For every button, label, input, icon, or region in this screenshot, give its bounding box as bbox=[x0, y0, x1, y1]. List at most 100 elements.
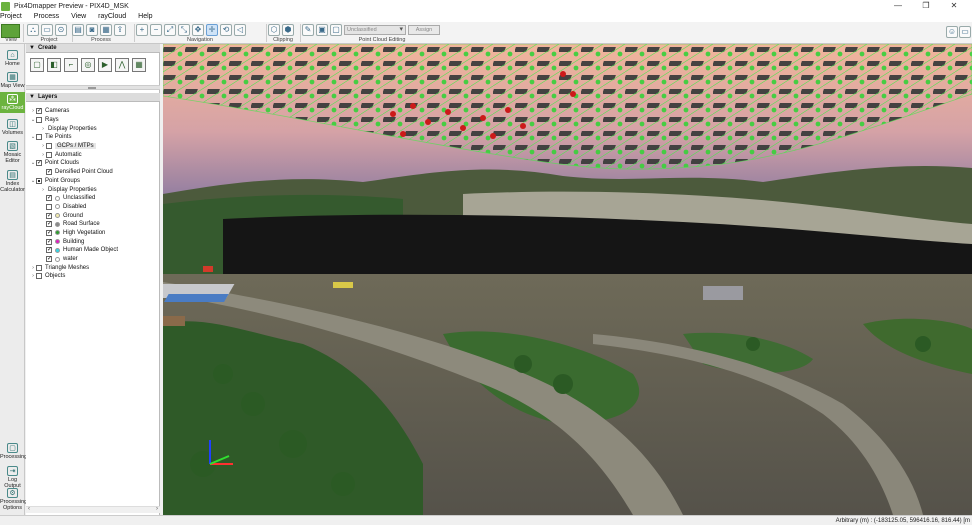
layer-row[interactable]: High Vegetation bbox=[26, 229, 160, 238]
selection-dropdown-icon[interactable]: ▢ bbox=[330, 23, 342, 36]
menu-project[interactable]: Project bbox=[0, 12, 28, 22]
menu-view[interactable]: View bbox=[65, 12, 92, 22]
expander-icon[interactable]: › bbox=[40, 187, 46, 193]
layer-checkbox[interactable] bbox=[46, 246, 52, 254]
new-surface-icon[interactable]: ◎ bbox=[81, 58, 95, 72]
pan-icon[interactable]: ✛ bbox=[206, 23, 218, 36]
layer-row[interactable]: Road Surface bbox=[26, 220, 160, 229]
clip-cube-icon[interactable]: ⬢ bbox=[282, 23, 294, 36]
panel-scrollbar[interactable]: ‹ › bbox=[26, 506, 160, 513]
new-polyline-icon[interactable]: ⌐ bbox=[64, 58, 78, 72]
mode-map-view[interactable]: ▦ Map View bbox=[0, 72, 25, 89]
assign-button[interactable]: Assign bbox=[408, 24, 440, 35]
layer-row[interactable]: Disabled bbox=[26, 203, 160, 212]
process-export-icon[interactable]: ⇪ bbox=[114, 23, 126, 36]
layer-row[interactable]: ›Cameras bbox=[26, 107, 160, 116]
new-grid-icon[interactable]: ▦ bbox=[132, 58, 146, 72]
view-mode-button[interactable] bbox=[1, 24, 20, 38]
layer-row[interactable]: Human Made Object bbox=[26, 246, 160, 255]
layer-row[interactable]: Ground bbox=[26, 211, 160, 220]
maximize-icon[interactable]: ❐ bbox=[912, 0, 940, 12]
layers-section-header[interactable]: ▼ Layers bbox=[26, 93, 160, 102]
layer-checkbox[interactable] bbox=[46, 151, 52, 158]
layer-checkbox[interactable] bbox=[36, 134, 42, 141]
layer-row[interactable]: ⌄Point Clouds bbox=[26, 159, 160, 168]
layer-checkbox[interactable] bbox=[46, 255, 52, 263]
mode-log-output[interactable]: ⇥ Log Output bbox=[0, 466, 25, 489]
layer-row[interactable]: › GCPs / MTPs bbox=[26, 142, 160, 151]
layer-checkbox[interactable] bbox=[46, 168, 52, 176]
mode-processing[interactable]: ▢ Processing bbox=[0, 443, 27, 460]
menu-help[interactable]: Help bbox=[132, 12, 158, 22]
scroll-left-icon[interactable]: ‹ bbox=[28, 506, 30, 512]
layer-row[interactable]: › Triangle Meshes bbox=[26, 263, 160, 272]
mode-raycloud[interactable]: ⁂ rayCloud bbox=[0, 92, 25, 113]
layer-row[interactable]: ⌄ Point Groups bbox=[26, 177, 160, 186]
layer-row[interactable]: › Automatic bbox=[26, 150, 160, 159]
expander-icon[interactable]: › bbox=[40, 126, 46, 132]
layer-row[interactable]: › Objects bbox=[26, 272, 160, 281]
layer-label: Densified Point Cloud bbox=[55, 169, 113, 176]
layer-checkbox[interactable] bbox=[36, 264, 42, 271]
process-report-icon[interactable]: ▤ bbox=[72, 23, 84, 36]
gear-icon: ⚙ bbox=[7, 488, 18, 498]
layer-checkbox[interactable] bbox=[46, 238, 52, 246]
menu-raycloud[interactable]: rayCloud bbox=[92, 12, 132, 22]
process-camera-icon[interactable]: ◙ bbox=[86, 23, 98, 36]
raycloud-3d-view[interactable] bbox=[163, 44, 972, 515]
layer-row[interactable]: › Display Properties bbox=[26, 185, 160, 194]
layer-row[interactable]: Unclassified bbox=[26, 194, 160, 203]
layer-checkbox[interactable] bbox=[46, 194, 52, 202]
project-network-icon[interactable]: ⛬ bbox=[27, 23, 39, 36]
layer-checkbox[interactable] bbox=[36, 177, 42, 184]
mode-home[interactable]: ⌂ Home bbox=[0, 50, 25, 67]
move-icon[interactable]: ✥ bbox=[192, 23, 204, 36]
process-layers-icon[interactable]: ▦ bbox=[100, 23, 112, 36]
new-mesh-icon[interactable]: ▢ bbox=[30, 58, 44, 72]
panel-toggle-icon[interactable]: ▭ bbox=[959, 26, 971, 38]
close-icon[interactable]: ✕ bbox=[940, 0, 968, 12]
new-measure-icon[interactable]: ⋀ bbox=[115, 58, 129, 72]
layer-checkbox[interactable] bbox=[46, 143, 52, 150]
mode-volumes[interactable]: ◫ Volumes bbox=[0, 119, 25, 136]
layer-row[interactable]: Building bbox=[26, 237, 160, 246]
zoom-extent-icon[interactable]: ⤢ bbox=[164, 23, 176, 36]
home-icon: ⌂ bbox=[7, 50, 18, 60]
class-select[interactable]: Unclassified bbox=[344, 24, 406, 35]
layer-row[interactable]: › Display Properties bbox=[26, 124, 160, 133]
toolbar-group-view: View bbox=[0, 22, 22, 44]
layer-checkbox[interactable] bbox=[46, 203, 52, 210]
orbit-icon[interactable]: ◁ bbox=[234, 23, 246, 36]
user-icon[interactable]: ☺ bbox=[946, 26, 958, 38]
scroll-right-icon[interactable]: › bbox=[156, 506, 158, 512]
layer-checkbox[interactable] bbox=[46, 220, 52, 228]
mode-processing-options[interactable]: ⚙ Processing Options bbox=[0, 488, 27, 511]
select-icon[interactable]: ▣ bbox=[316, 23, 328, 36]
minimize-icon[interactable]: — bbox=[884, 0, 912, 12]
layer-checkbox[interactable] bbox=[46, 229, 52, 237]
zoom-out-icon[interactable]: − bbox=[150, 23, 162, 36]
layer-row[interactable]: ⌄ Rays bbox=[26, 116, 160, 125]
new-volume-icon[interactable]: ◧ bbox=[47, 58, 61, 72]
layer-checkbox[interactable] bbox=[36, 107, 42, 115]
mode-index-calculator[interactable]: ▤ Index Calculator bbox=[0, 170, 25, 193]
layer-row[interactable]: Densified Point Cloud bbox=[26, 168, 160, 177]
zoom-in-icon[interactable]: + bbox=[136, 23, 148, 36]
layer-row[interactable]: ⌄ Tie Points bbox=[26, 133, 160, 142]
create-section-header[interactable]: ▼ Create bbox=[26, 44, 160, 53]
brush-icon[interactable]: ✎ bbox=[302, 23, 314, 36]
new-video-icon[interactable]: ▶ bbox=[98, 58, 112, 72]
clip-box-icon[interactable]: ⬡ bbox=[268, 23, 280, 36]
layer-checkbox[interactable] bbox=[36, 159, 42, 167]
rotate-icon[interactable]: ⟲ bbox=[220, 23, 232, 36]
layer-checkbox[interactable] bbox=[36, 273, 42, 280]
layer-row[interactable]: water bbox=[26, 255, 160, 264]
project-folder-icon[interactable]: ▭ bbox=[41, 23, 53, 36]
fit-view-icon[interactable]: ⤡ bbox=[178, 23, 190, 36]
mode-mosaic-editor[interactable]: ▧ Mosaic Editor bbox=[0, 141, 25, 164]
menu-process[interactable]: Process bbox=[28, 12, 65, 22]
project-gcp-icon[interactable]: ⊙ bbox=[55, 23, 67, 36]
layer-checkbox[interactable] bbox=[36, 117, 42, 124]
layer-checkbox[interactable] bbox=[46, 212, 52, 220]
panel-splitter[interactable] bbox=[26, 85, 160, 90]
